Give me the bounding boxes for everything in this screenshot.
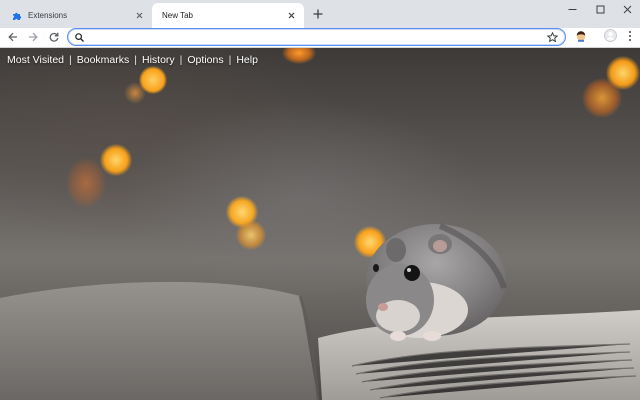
profile-button[interactable] bbox=[602, 29, 618, 47]
most-visited-link[interactable]: Most Visited bbox=[7, 54, 64, 66]
puzzle-icon bbox=[12, 11, 22, 21]
menu-button[interactable] bbox=[622, 30, 638, 46]
close-icon[interactable] bbox=[132, 9, 146, 23]
reload-icon bbox=[49, 29, 59, 47]
tab-new-tab[interactable]: New Tab bbox=[152, 3, 304, 28]
hamster-on-book-illustration bbox=[0, 223, 640, 400]
extension-button[interactable] bbox=[573, 30, 589, 46]
maximize-icon bbox=[596, 1, 605, 19]
avatar-extension-icon bbox=[575, 29, 587, 47]
plus-icon bbox=[313, 6, 323, 24]
arrow-left-icon bbox=[8, 29, 18, 47]
forward-button[interactable] bbox=[25, 30, 41, 46]
new-tab-nav: Most Visited | Bookmarks | History | Opt… bbox=[7, 54, 258, 66]
nav-separator: | bbox=[179, 54, 183, 66]
kebab-menu-icon bbox=[628, 29, 632, 47]
address-input[interactable] bbox=[90, 30, 530, 44]
close-icon[interactable] bbox=[284, 9, 298, 23]
options-link[interactable]: Options bbox=[187, 54, 223, 66]
minimize-icon bbox=[568, 1, 577, 19]
tab-strip: Extensions New Tab bbox=[0, 0, 640, 28]
nav-separator: | bbox=[134, 54, 137, 66]
browser-toolbar bbox=[0, 28, 640, 48]
tab-title: New Tab bbox=[162, 11, 193, 20]
maximize-button[interactable] bbox=[590, 3, 610, 17]
reload-button[interactable] bbox=[46, 30, 62, 46]
tab-title: Extensions bbox=[28, 11, 68, 20]
profile-icon bbox=[603, 29, 617, 47]
history-link[interactable]: History bbox=[142, 54, 175, 66]
background-image bbox=[0, 48, 640, 400]
tab-extensions[interactable]: Extensions bbox=[0, 3, 152, 28]
back-button[interactable] bbox=[5, 30, 21, 46]
address-bar[interactable] bbox=[67, 28, 566, 46]
search-icon bbox=[74, 32, 85, 43]
minimize-button[interactable] bbox=[562, 3, 582, 17]
new-tab-button[interactable] bbox=[310, 7, 326, 23]
star-icon[interactable] bbox=[546, 31, 559, 44]
help-link[interactable]: Help bbox=[236, 54, 258, 66]
nav-separator: | bbox=[69, 54, 72, 66]
bookmarks-link[interactable]: Bookmarks bbox=[77, 54, 130, 66]
close-icon bbox=[623, 1, 632, 19]
window-close-button[interactable] bbox=[617, 3, 637, 17]
nav-separator: | bbox=[228, 54, 232, 66]
arrow-right-icon bbox=[28, 29, 38, 47]
